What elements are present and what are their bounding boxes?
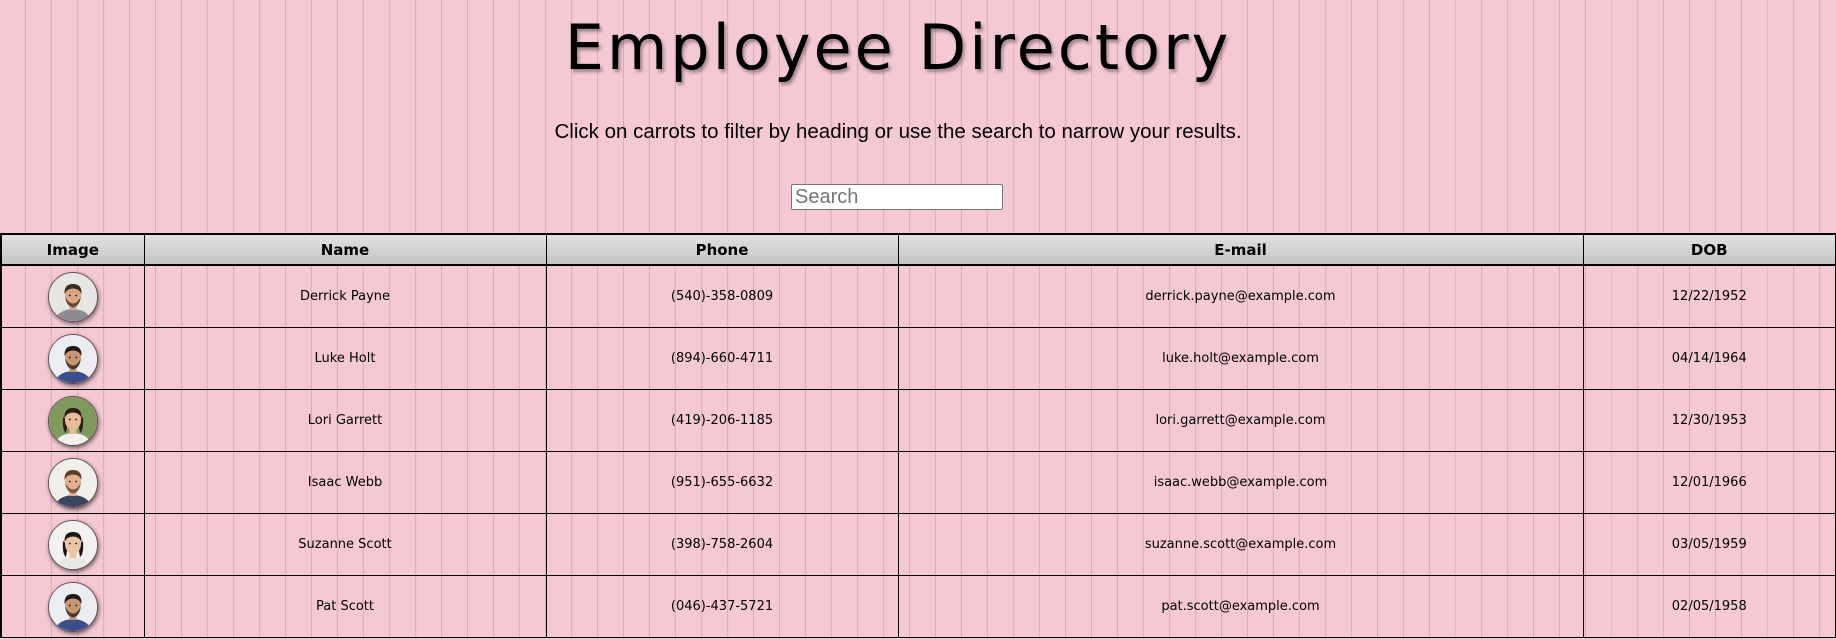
email-cell: isaac.webb@example.com bbox=[897, 451, 1584, 514]
email-cell: luke.holt@example.com bbox=[897, 327, 1584, 390]
dob-cell: 03/05/1959 bbox=[1582, 513, 1836, 576]
phone-cell: (540)-358-0809 bbox=[545, 265, 899, 328]
name-cell: Luke Holt bbox=[143, 327, 547, 390]
image-cell bbox=[0, 451, 145, 514]
table-row: Luke Holt (894)-660-4711 luke.holt@examp… bbox=[0, 327, 1836, 390]
phone-cell: (046)-437-5721 bbox=[545, 575, 899, 638]
image-cell bbox=[0, 575, 145, 638]
email-cell: lori.garrett@example.com bbox=[897, 389, 1584, 452]
search-input[interactable] bbox=[791, 184, 1003, 210]
image-cell bbox=[0, 389, 145, 452]
phone-cell: (894)-660-4711 bbox=[545, 327, 899, 390]
page-instructions: Click on carrots to filter by heading or… bbox=[554, 120, 1242, 143]
dob-cell: 12/22/1952 bbox=[1582, 265, 1836, 328]
name-cell: Derrick Payne bbox=[143, 265, 547, 328]
table-row: Pat Scott (046)-437-5721 pat.scott@examp… bbox=[0, 575, 1836, 638]
table-body: Derrick Payne (540)-358-0809 derrick.pay… bbox=[0, 265, 1836, 638]
name-cell: Isaac Webb bbox=[143, 451, 547, 514]
email-cell: derrick.payne@example.com bbox=[897, 265, 1584, 328]
page-title: Employee Directory bbox=[564, 11, 1232, 84]
avatar bbox=[47, 457, 98, 508]
dob-cell: 02/05/1958 bbox=[1582, 575, 1836, 638]
image-cell bbox=[0, 265, 145, 328]
image-cell bbox=[0, 327, 145, 390]
avatar bbox=[47, 271, 98, 322]
table-row: Suzanne Scott (398)-758-2604 suzanne.sco… bbox=[0, 513, 1836, 576]
name-cell: Pat Scott bbox=[143, 575, 547, 638]
email-cell: pat.scott@example.com bbox=[897, 575, 1584, 638]
column-header-name[interactable]: Name bbox=[143, 234, 547, 266]
name-cell: Suzanne Scott bbox=[143, 513, 547, 576]
dob-cell: 04/14/1964 bbox=[1582, 327, 1836, 390]
table-row: Derrick Payne (540)-358-0809 derrick.pay… bbox=[0, 265, 1836, 328]
avatar bbox=[47, 581, 98, 632]
name-cell: Lori Garrett bbox=[143, 389, 547, 452]
table-row: Isaac Webb (951)-655-6632 isaac.webb@exa… bbox=[0, 451, 1836, 514]
table-row: Lori Garrett (419)-206-1185 lori.garrett… bbox=[0, 389, 1836, 452]
column-header-image[interactable]: Image bbox=[0, 234, 145, 266]
employee-table: Image Name Phone E-mail DOB Derrick Payn… bbox=[0, 233, 1836, 638]
column-header-phone[interactable]: Phone bbox=[545, 234, 899, 266]
column-header-dob[interactable]: DOB bbox=[1582, 234, 1836, 266]
table-header: Image Name Phone E-mail DOB bbox=[0, 234, 1836, 266]
table-header-row: Image Name Phone E-mail DOB bbox=[0, 234, 1836, 266]
avatar bbox=[47, 395, 98, 446]
avatar bbox=[47, 519, 98, 570]
avatar bbox=[47, 333, 98, 384]
phone-cell: (419)-206-1185 bbox=[545, 389, 899, 452]
dob-cell: 12/30/1953 bbox=[1582, 389, 1836, 452]
phone-cell: (398)-758-2604 bbox=[545, 513, 899, 576]
email-cell: suzanne.scott@example.com bbox=[897, 513, 1584, 576]
column-header-email[interactable]: E-mail bbox=[897, 234, 1584, 266]
image-cell bbox=[0, 513, 145, 576]
dob-cell: 12/01/1966 bbox=[1582, 451, 1836, 514]
phone-cell: (951)-655-6632 bbox=[545, 451, 899, 514]
